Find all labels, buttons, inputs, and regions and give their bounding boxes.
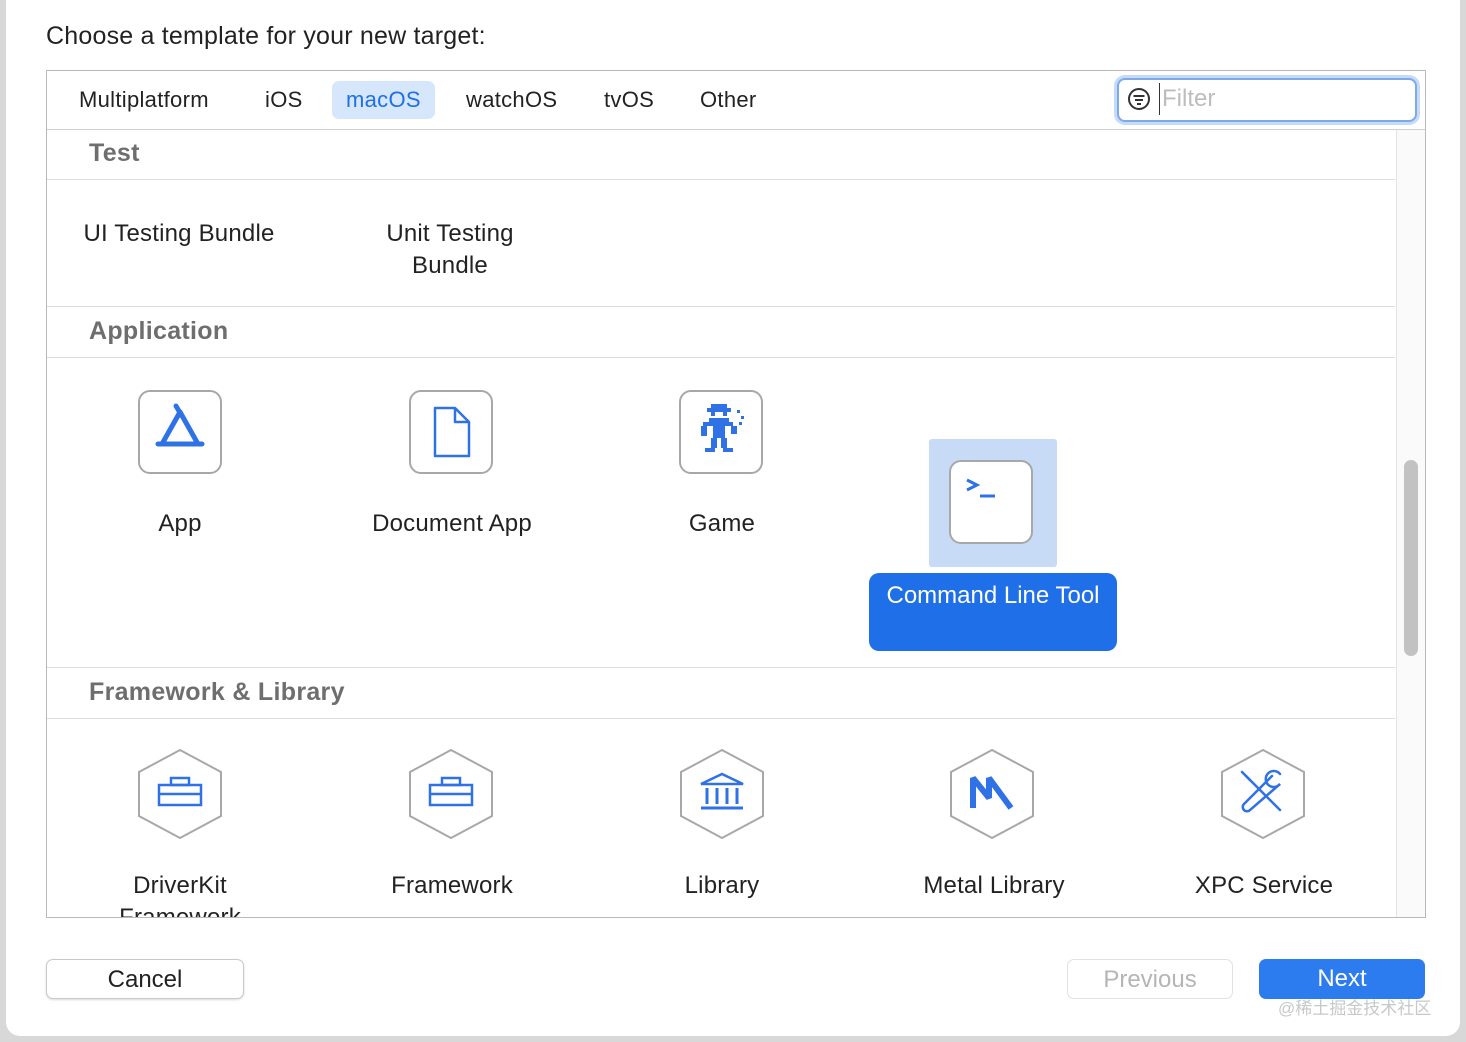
tab-ios[interactable]: iOS [251, 81, 317, 119]
watermark: @稀土掘金技术社区 [1278, 999, 1432, 1018]
template-unit-testing-bundle[interactable]: Unit Testing Bundle [365, 218, 535, 282]
tab-multiplatform[interactable]: Multiplatform [65, 81, 223, 119]
tab-macos[interactable]: macOS [332, 81, 435, 119]
section-title: Framework & Library [89, 678, 345, 706]
template-scroll-area[interactable]: Test UI Testing Bundle Unit Testing Bund… [47, 130, 1395, 917]
previous-button[interactable]: Previous [1067, 959, 1233, 999]
dialog-prompt: Choose a template for your new target: [46, 22, 486, 50]
next-button[interactable]: Next [1259, 959, 1425, 999]
filter-icon[interactable] [1128, 88, 1150, 110]
template-game[interactable]: Game [647, 508, 797, 540]
template-app[interactable]: App [107, 508, 253, 540]
section-header-application: Application [47, 306, 1395, 358]
terminal-icon[interactable] [949, 460, 1033, 544]
scrollbar-thumb[interactable] [1404, 460, 1418, 656]
cancel-button[interactable]: Cancel [46, 959, 244, 999]
template-metal-library[interactable]: Metal Library [899, 870, 1089, 902]
filter-input[interactable] [1159, 83, 1404, 115]
tab-other[interactable]: Other [686, 81, 771, 119]
template-ui-testing-bundle[interactable]: UI Testing Bundle [59, 218, 299, 250]
template-xpc-service[interactable]: XPC Service [1167, 870, 1361, 902]
game-character-icon[interactable] [679, 390, 763, 474]
section-header-test: Test [47, 130, 1395, 180]
library-building-icon[interactable] [679, 748, 765, 840]
template-panel: Multiplatform iOS macOS watchOS tvOS Oth… [46, 70, 1426, 918]
section-header-framework-library: Framework & Library [47, 667, 1395, 719]
filter-field[interactable] [1117, 78, 1417, 122]
document-icon[interactable] [409, 390, 493, 474]
toolbox-icon[interactable] [408, 748, 494, 840]
section-title: Application [89, 317, 229, 345]
toolbox-icon[interactable] [137, 748, 223, 840]
tools-icon[interactable] [1220, 748, 1306, 840]
tab-watchos[interactable]: watchOS [452, 81, 571, 119]
template-driverkit-framework[interactable]: DriverKit Framework [87, 870, 273, 917]
metal-icon[interactable] [949, 748, 1035, 840]
template-library[interactable]: Library [647, 870, 797, 902]
app-store-icon[interactable] [138, 390, 222, 474]
tab-tvos[interactable]: tvOS [590, 81, 668, 119]
new-target-dialog: Choose a template for your new target: M… [6, 0, 1460, 1036]
section-title: Test [89, 139, 140, 167]
platform-tabbar: Multiplatform iOS macOS watchOS tvOS Oth… [47, 71, 1425, 130]
template-document-app[interactable]: Document App [347, 508, 557, 540]
template-framework[interactable]: Framework [357, 870, 547, 902]
vertical-scrollbar[interactable] [1396, 130, 1425, 917]
template-command-line-tool[interactable]: Command Line Tool [869, 573, 1117, 651]
